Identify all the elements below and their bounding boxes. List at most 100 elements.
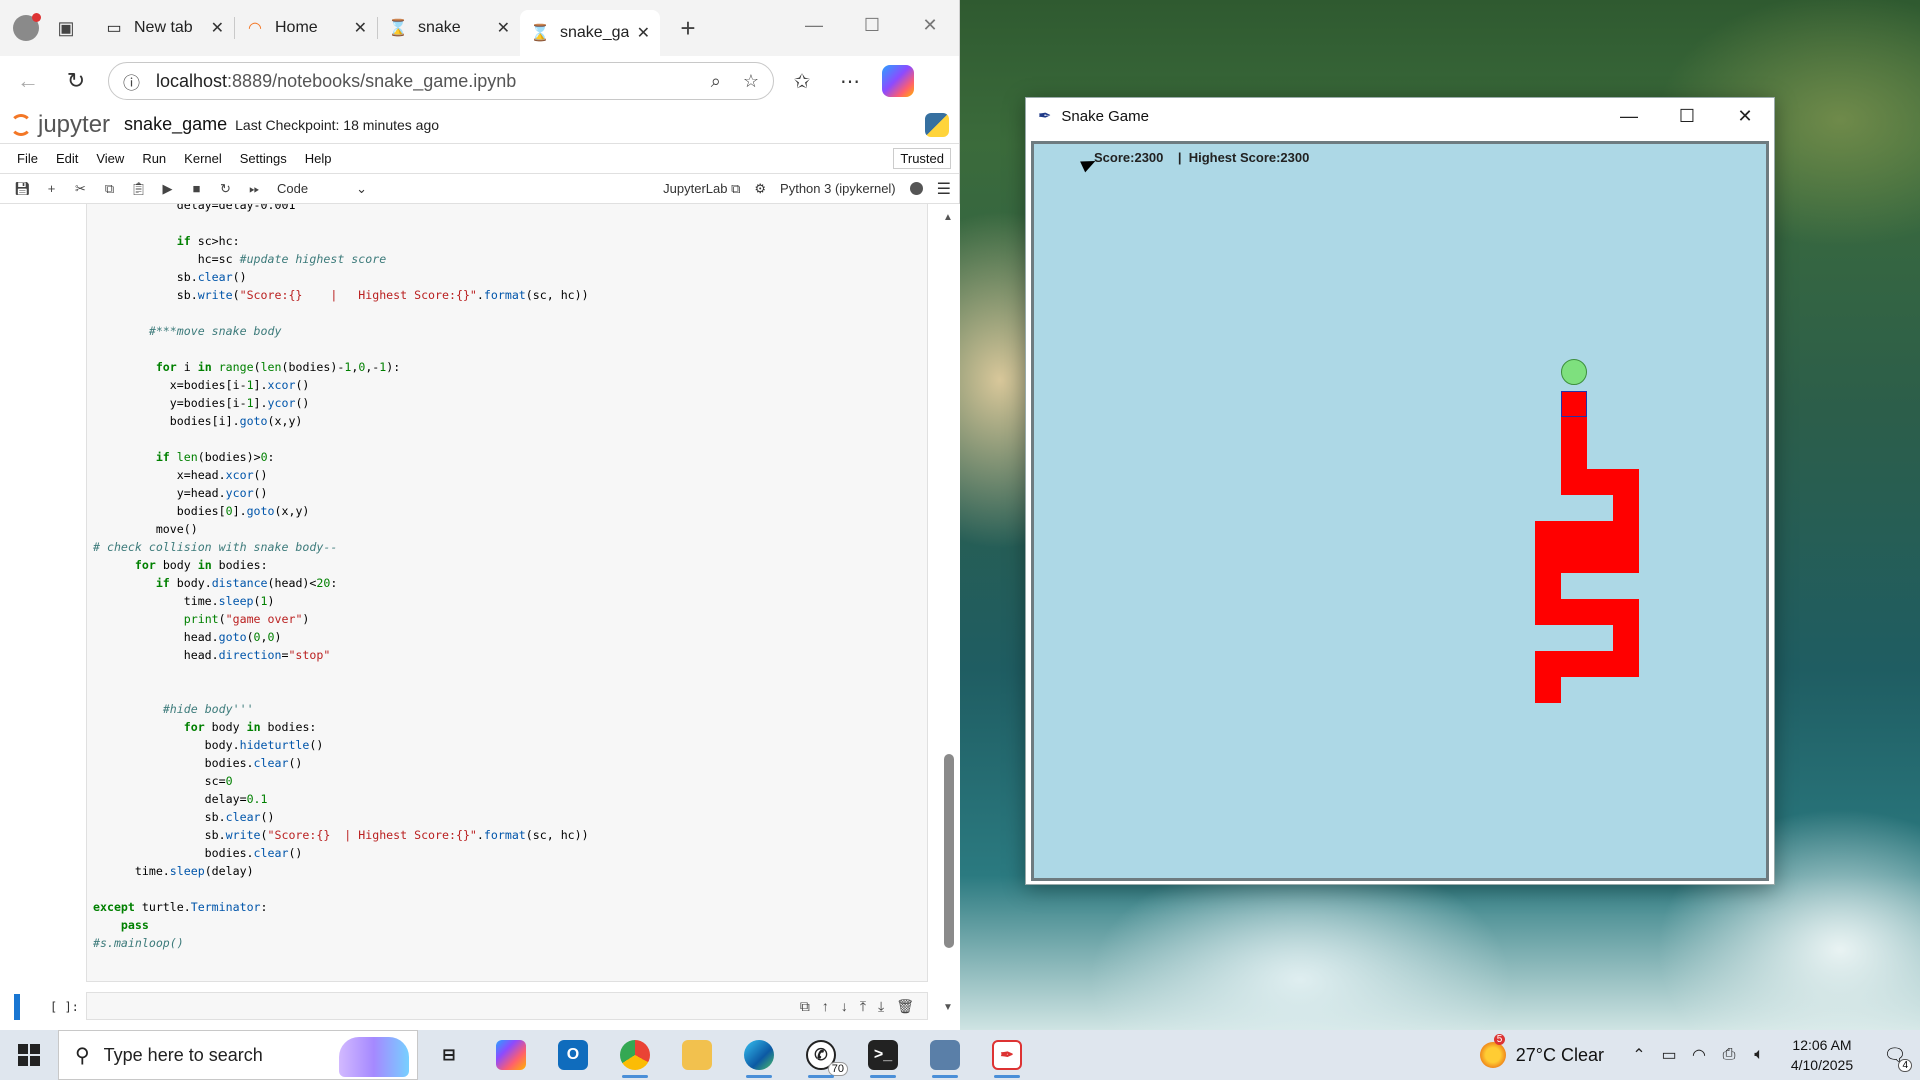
snake-segment [1535, 677, 1561, 703]
favorite-star-icon[interactable]: ☆ [743, 71, 759, 92]
more-menu-icon[interactable]: ⋯ [834, 65, 866, 97]
snake-window-titlebar[interactable]: ✒ Snake Game — ☐ ✕ [1026, 98, 1774, 134]
run-icon[interactable]: ▶ [153, 177, 182, 201]
code-cell[interactable]: delay=delay-0.001 if sc>hc: hc=sc #updat… [86, 204, 928, 982]
move-down-icon[interactable]: ↓ [841, 998, 848, 1015]
cut-icon[interactable]: ✂ [66, 177, 95, 201]
python-logo-icon [925, 112, 949, 137]
menu-edit[interactable]: Edit [47, 151, 87, 166]
close-tab-icon[interactable]: ✕ [637, 23, 650, 43]
cell-type-select[interactable]: Code ⌄ [277, 181, 367, 197]
scroll-up-icon[interactable]: ▲ [943, 212, 953, 223]
refresh-icon[interactable]: ↻ [56, 61, 96, 101]
tab-snake-game[interactable]: ⌛ snake_gam ✕ [520, 10, 660, 56]
url-input[interactable]: ⓘ localhost:8889/notebooks/snake_game.ip… [108, 62, 774, 100]
back-icon[interactable]: ← [8, 61, 48, 101]
start-button[interactable] [0, 1030, 58, 1080]
empty-code-cell: [ ]: ⧉ ↑ ↓ ⤒ ⤓ 🗑︎ [0, 990, 930, 1022]
insert-below-icon[interactable]: ⤓ [878, 998, 884, 1015]
copy-icon[interactable]: ⧉ [95, 177, 124, 201]
tab-actions-icon[interactable]: ▣ [46, 8, 86, 48]
taskbar-outlook[interactable]: O [542, 1030, 604, 1080]
taskbar-edge[interactable] [728, 1030, 790, 1080]
menu-settings[interactable]: Settings [231, 151, 296, 166]
insert-above-icon[interactable]: ⤒ [860, 998, 866, 1015]
notebook-title[interactable]: snake_game [124, 114, 227, 135]
close-icon[interactable]: ✕ [1716, 98, 1774, 134]
close-tab-icon[interactable]: ✕ [354, 18, 367, 38]
volume-icon[interactable]: 🔈︎ [1744, 1030, 1774, 1080]
clock[interactable]: 12:06 AM 4/10/2025 [1774, 1035, 1870, 1075]
restart-icon[interactable]: ↻ [211, 177, 240, 201]
save-icon[interactable]: 💾︎ [8, 177, 37, 201]
stop-icon[interactable]: ■ [182, 177, 211, 201]
menu-help[interactable]: Help [296, 151, 341, 166]
snake-segment [1587, 521, 1613, 547]
trusted-indicator[interactable]: Trusted [893, 148, 951, 169]
tab-home[interactable]: ◠ Home ✕ [235, 8, 377, 48]
minimize-icon[interactable]: — [1600, 98, 1658, 134]
scroll-down-icon[interactable]: ▼ [943, 1002, 953, 1013]
maximize-icon[interactable]: ☐ [1658, 98, 1716, 134]
snake-segment [1535, 521, 1561, 547]
taskbar-chrome[interactable] [604, 1030, 666, 1080]
favorites-icon[interactable]: ✩ [786, 65, 818, 97]
url-host: localhost [156, 70, 228, 91]
profile-icon[interactable] [6, 8, 46, 48]
settings-gear-icon[interactable]: ⚙ [754, 181, 766, 197]
device-icon[interactable]: ⎙ [1714, 1030, 1744, 1080]
site-info-icon[interactable]: ⓘ [123, 69, 140, 94]
taskbar-copilot[interactable] [480, 1030, 542, 1080]
add-cell-icon[interactable]: + [37, 177, 66, 201]
jupyter-logo[interactable]: jupyter [10, 111, 110, 139]
notification-center[interactable]: 🗨︎ 4 [1870, 1030, 1920, 1080]
copilot-icon[interactable] [882, 65, 914, 97]
game-canvas[interactable]: Score:2300 | Highest Score:2300 [1031, 141, 1769, 881]
taskbar-file-explorer[interactable] [666, 1030, 728, 1080]
taskbar-python-app[interactable] [914, 1030, 976, 1080]
minimize-icon[interactable]: — [785, 0, 843, 50]
maximize-icon[interactable]: ☐ [843, 0, 901, 50]
taskbar-snake-game[interactable]: ✒ [976, 1030, 1038, 1080]
system-tray: 5 27°C Clear ⌃ ▭ ◠ ⎙ 🔈︎ 12:06 AM 4/10/20… [1479, 1030, 1920, 1080]
close-icon[interactable]: ✕ [901, 0, 959, 50]
zoom-icon[interactable]: ⌕ [711, 71, 721, 92]
food-pellet [1561, 359, 1587, 385]
snake-segment [1535, 573, 1561, 599]
active-cell-indicator [14, 994, 20, 1020]
jupyterlab-link[interactable]: JupyterLab ⧉ [663, 181, 740, 197]
scrollbar-thumb[interactable] [944, 754, 954, 948]
menu-view[interactable]: View [87, 151, 133, 166]
kernel-name[interactable]: Python 3 (ipykernel) [780, 181, 896, 196]
tab-new-tab[interactable]: ▭ New tab ✕ [94, 8, 234, 48]
weather-widget[interactable]: 5 27°C Clear [1479, 1034, 1604, 1068]
delete-cell-icon[interactable]: 🗑︎ [896, 998, 914, 1015]
snake-segment [1561, 651, 1587, 677]
notebook-scrollbar[interactable]: ▲ ▼ [940, 204, 956, 1030]
task-view-button[interactable]: ⊟ [418, 1030, 480, 1080]
cell-prompt: [ ]: [50, 1000, 79, 1014]
taskbar-search[interactable]: ⚲ Type here to search [58, 1030, 418, 1080]
paste-icon[interactable]: 📋︎ [124, 177, 153, 201]
battery-icon[interactable]: ▭ [1654, 1030, 1684, 1080]
close-tab-icon[interactable]: ✕ [211, 18, 224, 38]
menu-kernel[interactable]: Kernel [175, 151, 231, 166]
taskbar-whatsapp[interactable]: ✆ 70 [790, 1030, 852, 1080]
snake-segment [1613, 495, 1639, 521]
close-tab-icon[interactable]: ✕ [497, 18, 510, 38]
tab-snake[interactable]: ⌛ snake ✕ [378, 8, 520, 48]
menu-run[interactable]: Run [133, 151, 175, 166]
taskbar-terminal[interactable]: >_ [852, 1030, 914, 1080]
move-up-icon[interactable]: ↑ [822, 998, 829, 1015]
new-tab-plus-icon[interactable]: + [668, 8, 708, 48]
duplicate-cell-icon[interactable]: ⧉ [800, 998, 810, 1015]
jupyter-icon: ◠ [248, 20, 262, 37]
fast-forward-icon[interactable]: ⏩︎ [240, 177, 269, 201]
chrome-icon [620, 1040, 650, 1070]
chevron-up-icon[interactable]: ⌃ [1624, 1030, 1654, 1080]
wifi-icon[interactable]: ◠ [1684, 1030, 1714, 1080]
code-editor[interactable]: delay=delay-0.001 if sc>hc: hc=sc #updat… [93, 204, 589, 952]
hamburger-menu-icon[interactable]: ☰ [937, 179, 951, 199]
snake-segment [1613, 469, 1639, 495]
menu-file[interactable]: File [8, 151, 47, 166]
